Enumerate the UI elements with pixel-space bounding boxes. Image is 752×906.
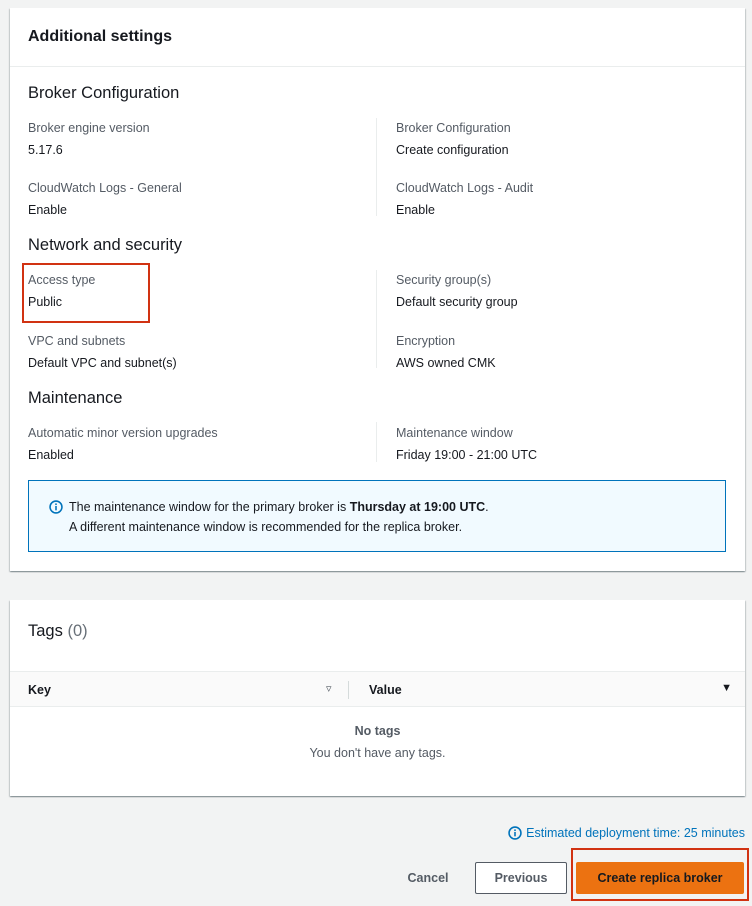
security-groups-field: Security group(s) Default security group [396,272,518,310]
create-replica-broker-button[interactable]: Create replica broker [576,862,744,894]
alert-line-1-suffix: . [485,500,489,514]
broker-engine-version-label: Broker engine version [28,121,150,135]
alert-line-1: The maintenance window for the primary b… [69,497,725,517]
tags-empty-state: No tags You don't have any tags. [10,724,745,760]
encryption-field: Encryption AWS owned CMK [396,333,496,371]
sort-icon[interactable]: ▿ [326,682,332,695]
cloudwatch-audit-label: CloudWatch Logs - Audit [396,181,534,195]
access-type-label: Access type [28,273,96,287]
auto-upgrade-label: Automatic minor version upgrades [28,426,218,440]
additional-settings-panel: Additional settings Broker Configuration… [10,8,745,571]
estimated-deployment-text: Estimated deployment time: 25 minutes [526,826,745,840]
empty-subtitle: You don't have any tags. [309,746,446,760]
vpc-subnets-value: Default VPC and subnet(s) [28,356,177,370]
alert-line-1-prefix: The maintenance window for the primary b… [69,500,350,514]
broker-engine-version-field: Broker engine version 5.17.6 [28,120,150,158]
alert-line-2: A different maintenance window is recomm… [69,520,463,534]
vpc-subnets-label: VPC and subnets [28,334,126,348]
security-groups-value: Default security group [396,295,518,309]
column-header-key[interactable]: Key [28,683,51,697]
maintenance-window-value: Friday 19:00 - 21:00 UTC [396,448,538,462]
cloudwatch-general-field: CloudWatch Logs - General Enable [28,180,182,218]
tags-count: (0) [67,622,88,640]
broker-configuration-field: Broker Configuration Create configuratio… [396,120,511,158]
tags-table-header: Key ▿ Value ▼ [10,671,745,707]
empty-title: No tags [354,724,401,738]
auto-upgrade-value: Enabled [28,448,74,462]
vpc-subnets-field: VPC and subnets Default VPC and subnet(s… [28,333,177,371]
cloudwatch-audit-field: CloudWatch Logs - Audit Enable [396,180,533,218]
auto-upgrade-field: Automatic minor version upgrades Enabled [28,425,218,463]
column-divider [376,422,377,462]
tags-title-label: Tags [28,622,63,640]
alert-text: The maintenance window for the primary b… [69,497,725,537]
broker-configuration-heading: Broker Configuration [28,84,180,102]
broker-engine-version-value: 5.17.6 [28,143,63,157]
maintenance-window-field: Maintenance window Friday 19:00 - 21:00 … [396,425,537,463]
network-security-heading: Network and security [28,236,183,254]
security-groups-label: Security group(s) [396,273,492,287]
access-type-field: Access type Public [28,272,95,310]
maintenance-info-alert: The maintenance window for the primary b… [28,480,726,552]
maintenance-heading: Maintenance [28,389,123,407]
access-type-value: Public [28,295,63,309]
tags-title: Tags (0) [28,622,88,641]
encryption-label: Encryption [396,334,456,348]
column-header-value[interactable]: Value [369,683,402,697]
maintenance-window-label: Maintenance window [396,426,513,440]
cancel-button[interactable]: Cancel [393,862,463,894]
column-separator[interactable] [348,681,349,699]
column-divider [376,270,377,368]
cloudwatch-general-label: CloudWatch Logs - General [28,181,182,195]
broker-configuration-label: Broker Configuration [396,121,511,135]
estimated-deployment-time: Estimated deployment time: 25 minutes [508,826,745,840]
sort-descending-icon[interactable]: ▼ [721,682,732,694]
previous-button[interactable]: Previous [475,862,567,894]
cloudwatch-audit-value: Enable [396,203,435,217]
cloudwatch-general-value: Enable [28,203,67,217]
panel-header: Additional settings [10,8,745,67]
encryption-value: AWS owned CMK [396,356,496,370]
alert-line-1-bold: Thursday at 19:00 UTC [349,500,486,514]
info-icon [49,500,63,514]
tags-panel: Tags (0) Key ▿ Value ▼ No tags You don't… [10,600,745,796]
broker-configuration-value: Create configuration [396,143,509,157]
column-divider [376,118,377,216]
info-icon [508,826,522,840]
